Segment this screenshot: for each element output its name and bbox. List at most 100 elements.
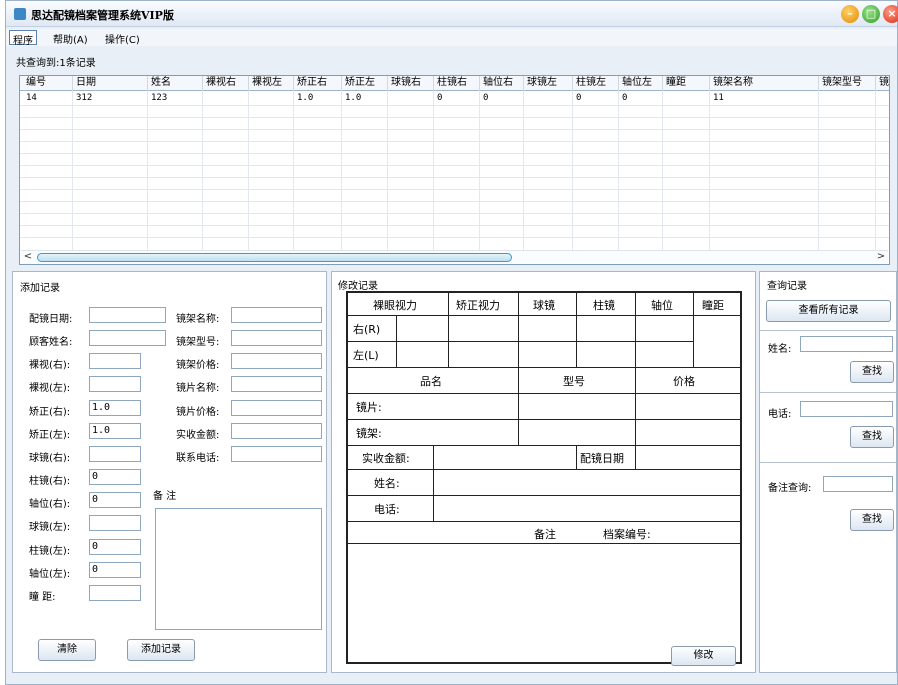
column-header[interactable]: 姓名 [148, 76, 203, 91]
add-field-label: 裸视(右): [29, 360, 71, 371]
add-field-input[interactable] [231, 376, 322, 392]
column-header[interactable]: 裸视右 [203, 76, 249, 91]
find-phone-button[interactable]: 查找 [850, 426, 894, 448]
grid-row-line [20, 117, 889, 118]
phone-label: 电话: [374, 503, 400, 516]
grid-col-line [618, 91, 619, 251]
maximize-button[interactable]: □ [862, 5, 880, 23]
grid-cell[interactable]: 0 [619, 92, 663, 106]
horizontal-scrollbar[interactable]: < > [21, 250, 888, 264]
add-field-label: 顾客姓名: [29, 337, 73, 348]
add-field-input[interactable] [89, 446, 141, 462]
grid-cell[interactable]: 312 [73, 92, 148, 106]
add-record-button[interactable]: 添加记录 [127, 639, 195, 661]
notes-textarea[interactable] [155, 508, 322, 630]
column-header[interactable]: 轴位左 [619, 76, 663, 91]
add-field-input[interactable] [89, 330, 166, 346]
modify-button[interactable]: 修改 [671, 646, 736, 666]
grid-cell[interactable]: 14 [23, 92, 73, 106]
notes-label-modify: 备注 [534, 528, 556, 541]
minimize-button[interactable]: – [841, 5, 859, 23]
grid-col-line [818, 91, 819, 251]
grid-cell[interactable] [388, 92, 434, 106]
find-notes-button[interactable]: 查找 [850, 509, 894, 531]
column-header[interactable]: 轴位右 [480, 76, 524, 91]
add-field-input[interactable] [89, 585, 141, 601]
frame-label: 镜架: [356, 427, 382, 440]
query-name-input[interactable] [800, 336, 893, 352]
query-notes-input[interactable] [823, 476, 893, 492]
add-field-input[interactable] [89, 376, 141, 392]
column-header[interactable]: 柱镜左 [573, 76, 619, 91]
scroll-thumb[interactable] [37, 253, 512, 262]
grid-cell[interactable]: 0 [573, 92, 619, 106]
view-all-records-button[interactable]: 查看所有记录 [766, 300, 891, 322]
grid-col-line [293, 91, 294, 251]
grid-cell[interactable]: 123 [148, 92, 203, 106]
grid-col-line [248, 91, 249, 251]
header-pd: 瞳距 [702, 299, 724, 312]
column-header[interactable]: 球镜左 [524, 76, 573, 91]
grid-cell[interactable] [203, 92, 249, 106]
grid-header: 编号 日期 姓名 裸视右 裸视左 矫正右 矫正左 球镜右 柱镜右 轴位右 球镜左 柱镜左 轴位左 瞳距 镜架… [20, 76, 889, 91]
add-field-input[interactable] [89, 515, 141, 531]
grid-cell[interactable]: 1.0 [342, 92, 388, 106]
find-name-button[interactable]: 查找 [850, 361, 894, 383]
grid-cell[interactable] [524, 92, 573, 106]
grid-col-line [709, 91, 710, 251]
fitting-date-label: 配镜日期 [580, 452, 624, 465]
grid-cell[interactable] [249, 92, 294, 106]
grid-cell[interactable]: 1.0 [294, 92, 342, 106]
column-header[interactable]: 球镜右 [388, 76, 434, 91]
grid-row-line [20, 237, 889, 238]
grid-row-line [20, 201, 889, 202]
column-header[interactable]: 编号 [23, 76, 73, 91]
column-header[interactable]: 镜架型号 [819, 76, 876, 91]
add-field-input[interactable] [89, 353, 141, 369]
records-grid[interactable]: 编号 日期 姓名 裸视右 裸视左 矫正右 矫正左 球镜右 柱镜右 轴位右 球镜左 柱镜左 轴位左 瞳距 镜架… [19, 75, 890, 265]
scroll-right-icon[interactable]: > [875, 252, 887, 263]
column-header[interactable]: 矫正左 [342, 76, 388, 91]
close-button[interactable]: × [883, 5, 898, 23]
name-label: 姓名: [374, 477, 400, 490]
menu-program[interactable]: 程序 [9, 30, 37, 47]
add-field-input[interactable] [231, 446, 322, 462]
column-header[interactable]: 矫正右 [294, 76, 342, 91]
grid-cell[interactable]: 11 [710, 92, 819, 106]
header-corrected-vision: 矫正视力 [456, 299, 500, 312]
add-field-input[interactable]: 1.0 [89, 400, 141, 416]
menu-help[interactable]: 帮助(A) [50, 30, 91, 46]
add-field-input[interactable] [231, 307, 322, 323]
grid-col-line [433, 91, 434, 251]
add-record-panel: 添加记录 配镜日期: 顾客姓名: 裸视(右): 裸视(左): 矫正(右): 1.0 矫正(左… [12, 271, 327, 673]
add-field-input[interactable]: 0 [89, 492, 141, 508]
add-field-input[interactable] [89, 307, 166, 323]
add-field-label: 配镜日期: [29, 314, 73, 325]
scroll-left-icon[interactable]: < [22, 252, 34, 263]
query-title: 查询记录 [767, 281, 807, 292]
grid-cell[interactable] [663, 92, 710, 106]
column-header[interactable]: 柱镜右 [434, 76, 480, 91]
add-field-label: 实收金额: [176, 430, 220, 441]
add-field-input[interactable] [231, 330, 322, 346]
grid-cell[interactable]: 0 [480, 92, 524, 106]
add-field-input[interactable]: 0 [89, 539, 141, 555]
add-field-input[interactable]: 0 [89, 469, 141, 485]
query-phone-input[interactable] [800, 401, 893, 417]
column-header[interactable]: 镜架名称 [710, 76, 819, 91]
add-field-input[interactable] [231, 353, 322, 369]
add-field-input[interactable]: 0 [89, 562, 141, 578]
column-header[interactable]: 瞳距 [663, 76, 710, 91]
column-header[interactable]: 日期 [73, 76, 148, 91]
column-header[interactable]: 裸视左 [249, 76, 294, 91]
grid-cell[interactable] [876, 92, 889, 106]
add-field-input[interactable] [231, 423, 322, 439]
grid-cell[interactable] [819, 92, 876, 106]
grid-cell[interactable]: 0 [434, 92, 480, 106]
column-header[interactable]: 镜 [876, 76, 889, 91]
add-field-input[interactable]: 1.0 [89, 423, 141, 439]
add-field-input[interactable] [231, 400, 322, 416]
clear-button[interactable]: 清除 [38, 639, 96, 661]
menu-operation[interactable]: 操作(C) [102, 30, 143, 46]
archive-number-label: 档案编号: [603, 528, 651, 541]
